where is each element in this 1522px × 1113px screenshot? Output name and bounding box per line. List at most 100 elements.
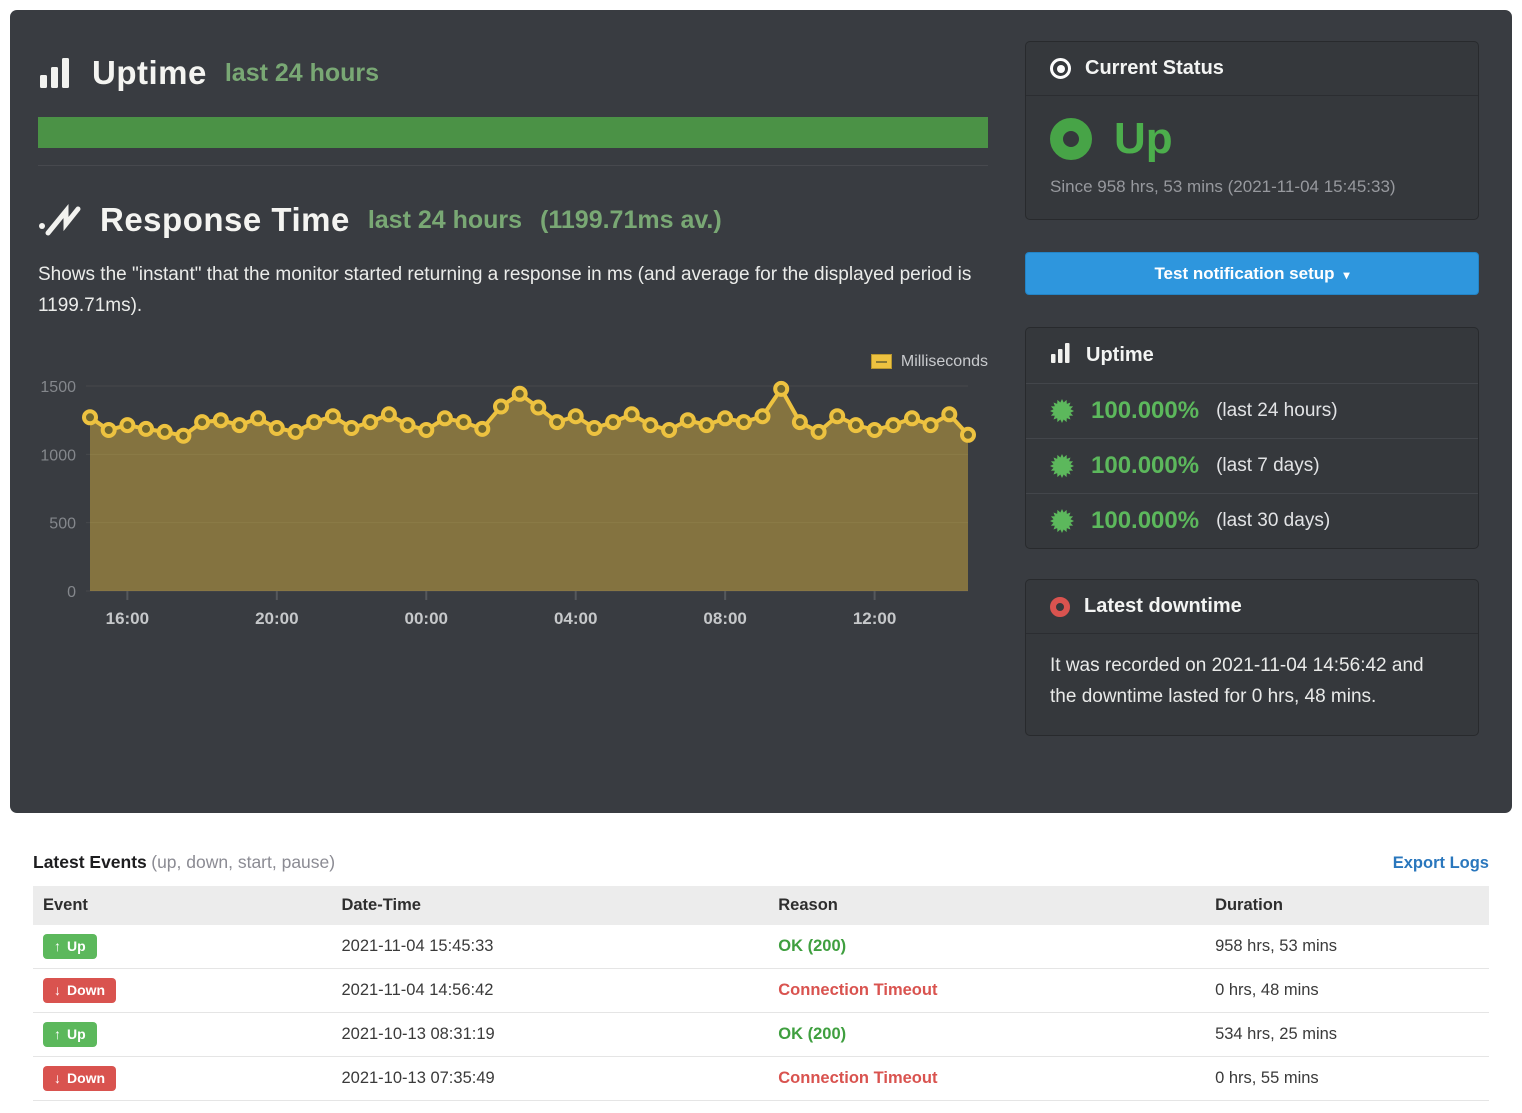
uptime-percentage: 100.000% [1091, 452, 1199, 480]
svg-text:04:00: 04:00 [554, 609, 597, 628]
svg-text:1000: 1000 [40, 447, 76, 464]
reason-cell: Connection Timeout [768, 969, 1205, 1013]
duration-cell: 534 hrs, 25 mins [1205, 1013, 1489, 1057]
event-cell: ↓Down [33, 969, 331, 1013]
event-cell: ↑ Up [33, 925, 331, 969]
event-badge-label: Up [67, 938, 86, 954]
arrow-up-icon: ↑ [54, 1026, 61, 1042]
status-sidebar: Current Status Up Since 958 hrs, 53 mins… [1025, 41, 1479, 736]
uptime-row: 100.000% (last 7 days) [1026, 438, 1478, 493]
arrow-up-icon: ↑ [54, 938, 61, 954]
line-chart-icon [38, 202, 82, 238]
current-status-header: Current Status [1026, 42, 1478, 96]
events-table: EventDate-TimeReasonDuration ↑ Up 2021-11-… [33, 886, 1489, 1101]
svg-text:1500: 1500 [40, 379, 76, 396]
up-status-icon [1050, 118, 1092, 160]
reason-cell: Connection Timeout [768, 1057, 1205, 1101]
downtime-status-icon [1050, 597, 1070, 617]
latest-downtime-header: Latest downtime [1026, 580, 1478, 634]
table-row: ↓Down 2021-11-04 14:56:42Connection Timeo… [33, 969, 1489, 1013]
event-badge-label: Up [67, 1026, 86, 1042]
legend-label: Milliseconds [901, 353, 988, 371]
current-status-title: Current Status [1085, 57, 1224, 80]
chart-canvas: 05001000150016:0020:0000:0004:0008:0012:… [38, 341, 988, 641]
svg-text:00:00: 00:00 [405, 609, 448, 628]
event-badge-label: Down [67, 1070, 105, 1086]
bullseye-icon [1050, 58, 1071, 79]
latest-events-section: Latest Events (up, down, start, pause) E… [33, 813, 1489, 1101]
event-badge-down: ↓ Down [43, 1066, 116, 1091]
event-cell: ↓ Down [33, 1057, 331, 1101]
uptime-percentage: 100.000% [1091, 507, 1199, 535]
column-header-date-time: Date-Time [331, 886, 768, 925]
event-badge-down: ↓Down [43, 978, 116, 1003]
test-notification-label: Test notification setup [1154, 264, 1334, 284]
starburst-icon [1050, 399, 1074, 423]
uptime-summary-header: Uptime [1026, 328, 1478, 383]
export-logs-link[interactable]: Export Logs [1393, 854, 1489, 873]
bar-chart-small-icon [1050, 343, 1072, 368]
response-time-chart: 05001000150016:0020:0000:0004:0008:0012:… [38, 341, 988, 641]
latest-events-heading: Latest Events (up, down, start, pause) [33, 852, 335, 873]
starburst-icon [1050, 509, 1074, 533]
svg-text:08:00: 08:00 [703, 609, 746, 628]
uptime-rows: 100.000% (last 24 hours) 100.000% (last 7 d… [1026, 383, 1478, 548]
starburst-icon [1050, 454, 1074, 478]
arrow-down-icon: ↓ [54, 1070, 61, 1086]
event-badge-up: ↑ Up [43, 1022, 97, 1047]
svg-text:16:00: 16:00 [106, 609, 149, 628]
latest-downtime-text: It was recorded on 2021-11-04 14:56:42 a… [1026, 634, 1478, 735]
duration-cell: 0 hrs, 48 mins [1205, 969, 1489, 1013]
charts-column: Uptime last 24 hours Response Time last … [38, 54, 988, 641]
column-header-duration: Duration [1205, 886, 1489, 925]
column-header-reason: Reason [768, 886, 1205, 925]
reason-cell: OK (200) [768, 925, 1205, 969]
chart-legend: Milliseconds [871, 353, 988, 371]
latest-events-title: Latest Events [33, 852, 147, 872]
current-status-body: Up Since 958 hrs, 53 mins (2021-11-04 15… [1026, 96, 1478, 219]
response-average: (1199.71ms av.) [540, 206, 722, 235]
uptime-summary-card: Uptime 100.000% (last 24 hours) 100.000% (l… [1025, 327, 1479, 549]
uptime-row: 100.000% (last 24 hours) [1026, 383, 1478, 438]
svg-text:0: 0 [67, 584, 76, 601]
response-section-header: Response Time last 24 hours (1199.71ms a… [38, 201, 988, 239]
bar-chart-icon [38, 58, 74, 88]
datetime-cell: 2021-10-13 08:31:19 [331, 1013, 768, 1057]
uptime-summary-title: Uptime [1086, 344, 1154, 367]
test-notification-button[interactable]: Test notification setup ▾ [1025, 252, 1479, 295]
table-row: ↑ Up 2021-11-04 15:45:33OK (200)958 hrs, 5… [33, 925, 1489, 969]
uptime-title: Uptime [92, 54, 207, 92]
datetime-cell: 2021-11-04 15:45:33 [331, 925, 768, 969]
uptime-range-label: (last 30 days) [1216, 510, 1330, 532]
latest-downtime-title: Latest downtime [1084, 595, 1242, 618]
event-badge-label: Down [67, 982, 105, 998]
response-subtitle: last 24 hours [368, 206, 522, 235]
status-since: Since 958 hrs, 53 mins (2021-11-04 15:45… [1050, 177, 1454, 197]
svg-text:12:00: 12:00 [853, 609, 896, 628]
uptime-range-label: (last 24 hours) [1216, 400, 1337, 422]
table-row: ↓ Down 2021-10-13 07:35:49Connection Timeo… [33, 1057, 1489, 1101]
duration-cell: 958 hrs, 53 mins [1205, 925, 1489, 969]
uptime-subtitle: last 24 hours [225, 59, 379, 88]
chevron-down-icon: ▾ [1344, 268, 1350, 282]
column-header-event: Event [33, 886, 331, 925]
legend-swatch-icon [871, 354, 892, 369]
uptime-range-label: (last 7 days) [1216, 455, 1319, 477]
svg-text:500: 500 [49, 515, 76, 532]
datetime-cell: 2021-11-04 14:56:42 [331, 969, 768, 1013]
stats-panel: Uptime last 24 hours Response Time last … [10, 10, 1512, 813]
section-divider [38, 165, 988, 166]
response-description: Shows the "instant" that the monitor sta… [38, 260, 988, 322]
datetime-cell: 2021-10-13 07:35:49 [331, 1057, 768, 1101]
table-row: ↑Up2021-10-13 08:31:19OK (200)534 hrs, 2… [33, 1013, 1489, 1057]
uptime-progress-bar [38, 117, 988, 148]
event-cell: ↑ Up [33, 1013, 331, 1057]
uptime-row: 100.000% (last 30 days) [1026, 493, 1478, 548]
event-badge-up: ↑ Up [43, 934, 97, 959]
duration-cell: 0 hrs, 55 mins [1205, 1057, 1489, 1101]
response-title: Response Time [100, 201, 350, 239]
events-table-header: EventDate-TimeReasonDuration [33, 886, 1489, 925]
uptime-percentage: 100.000% [1091, 397, 1199, 425]
latest-events-subtitle: (up, down, start, pause) [151, 852, 335, 872]
uptime-section-header: Uptime last 24 hours [38, 54, 988, 92]
